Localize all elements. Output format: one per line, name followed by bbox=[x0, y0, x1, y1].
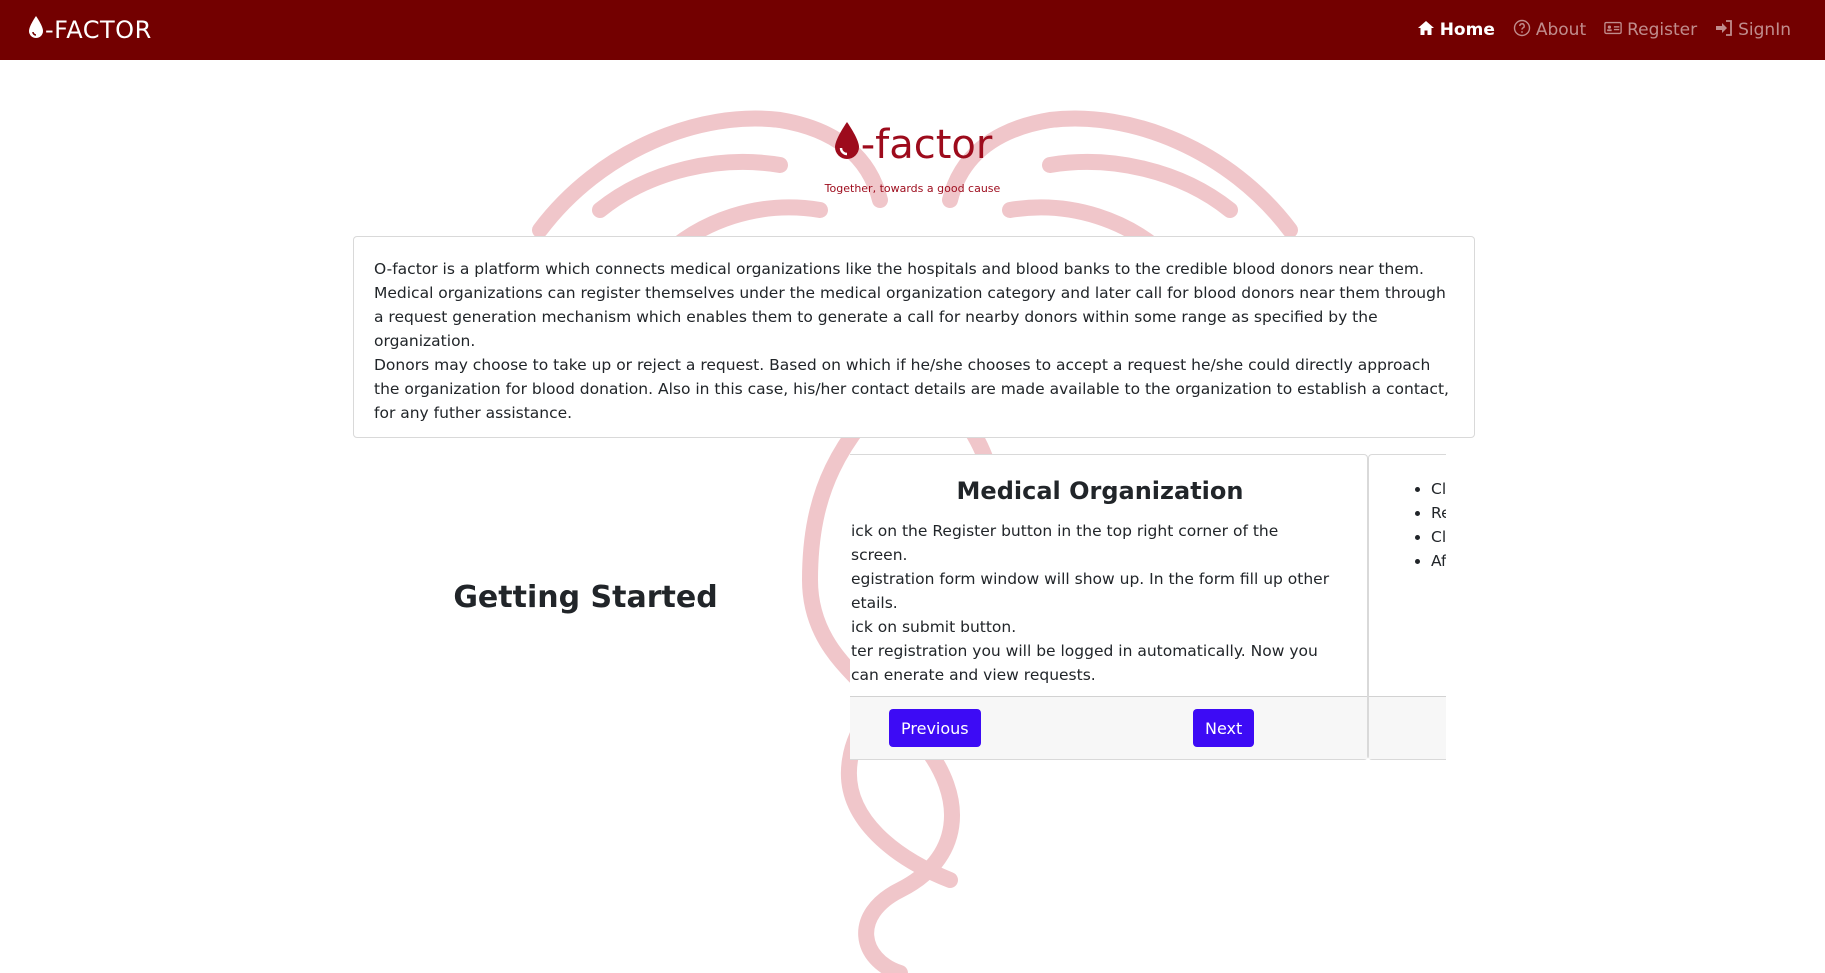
list-item: Af ac bbox=[1431, 549, 1446, 573]
intro-card: O-factor is a platform which connects me… bbox=[353, 236, 1475, 438]
nav-about-label: About bbox=[1535, 20, 1587, 40]
list-item: Cli bbox=[1431, 477, 1446, 501]
navbar: -FACTOR Home About Register SignIn bbox=[0, 0, 1825, 60]
hero-tagline: Together, towards a good cause bbox=[824, 182, 1001, 195]
nav-signin-link[interactable]: SignIn bbox=[1715, 19, 1791, 42]
hero-logo-text: -factor bbox=[860, 122, 993, 168]
home-icon bbox=[1417, 19, 1435, 42]
slide-medical-organization: Medical Organization ick on the Register… bbox=[850, 454, 1368, 760]
getting-started-carousel: Medical Organization ick on the Register… bbox=[850, 454, 1446, 760]
nav-about-link[interactable]: About bbox=[1513, 19, 1586, 42]
list-item: Cli bbox=[1431, 525, 1446, 549]
intro-paragraph-2: Donors may choose to take up or reject a… bbox=[374, 356, 1449, 422]
next-button[interactable]: Next bbox=[1193, 709, 1255, 747]
brand-text: -FACTOR bbox=[45, 16, 152, 44]
nav-register-link[interactable]: Register bbox=[1604, 19, 1697, 42]
slide-steps-list: Cli Re a c Cli Af ac bbox=[1369, 477, 1446, 573]
list-item: ick on submit button. bbox=[851, 618, 1017, 636]
nav-register-label: Register bbox=[1627, 20, 1698, 40]
getting-started-heading: Getting Started bbox=[453, 580, 718, 615]
blood-drop-icon bbox=[28, 15, 45, 45]
nav-signin-label: SignIn bbox=[1738, 20, 1791, 40]
sign-in-icon bbox=[1715, 19, 1733, 42]
brand-link[interactable]: -FACTOR bbox=[28, 15, 152, 45]
list-item: egistration form window will show up. In… bbox=[851, 570, 1330, 612]
slide-steps-list: ick on the Register button in the top ri… bbox=[850, 519, 1367, 687]
slide-title: Medical Organization bbox=[956, 477, 1244, 505]
blood-drop-icon bbox=[833, 120, 861, 170]
slide-donor: Cli Re a c Cli Af ac bbox=[1368, 454, 1446, 760]
nav-links: Home About Register SignIn bbox=[1417, 19, 1791, 42]
list-item: Re a c bbox=[1431, 501, 1446, 525]
slide-footer: Previous Next bbox=[850, 696, 1367, 759]
hero-logo: -factor bbox=[833, 120, 993, 170]
intro-paragraph-1: O-factor is a platform which connects me… bbox=[374, 260, 1446, 350]
list-item: ick on the Register button in the top ri… bbox=[851, 522, 1279, 564]
nav-home-link[interactable]: Home bbox=[1417, 19, 1495, 42]
previous-button[interactable]: Previous bbox=[889, 709, 981, 747]
nav-home-label: Home bbox=[1439, 20, 1495, 40]
list-item: ter registration you will be logged in a… bbox=[851, 642, 1318, 684]
question-circle-icon bbox=[1513, 19, 1531, 42]
id-card-icon bbox=[1604, 19, 1622, 42]
hero: -factor Together, towards a good cause bbox=[0, 120, 1825, 195]
slide-footer bbox=[1369, 696, 1446, 759]
carousel-track: Medical Organization ick on the Register… bbox=[850, 454, 1446, 760]
